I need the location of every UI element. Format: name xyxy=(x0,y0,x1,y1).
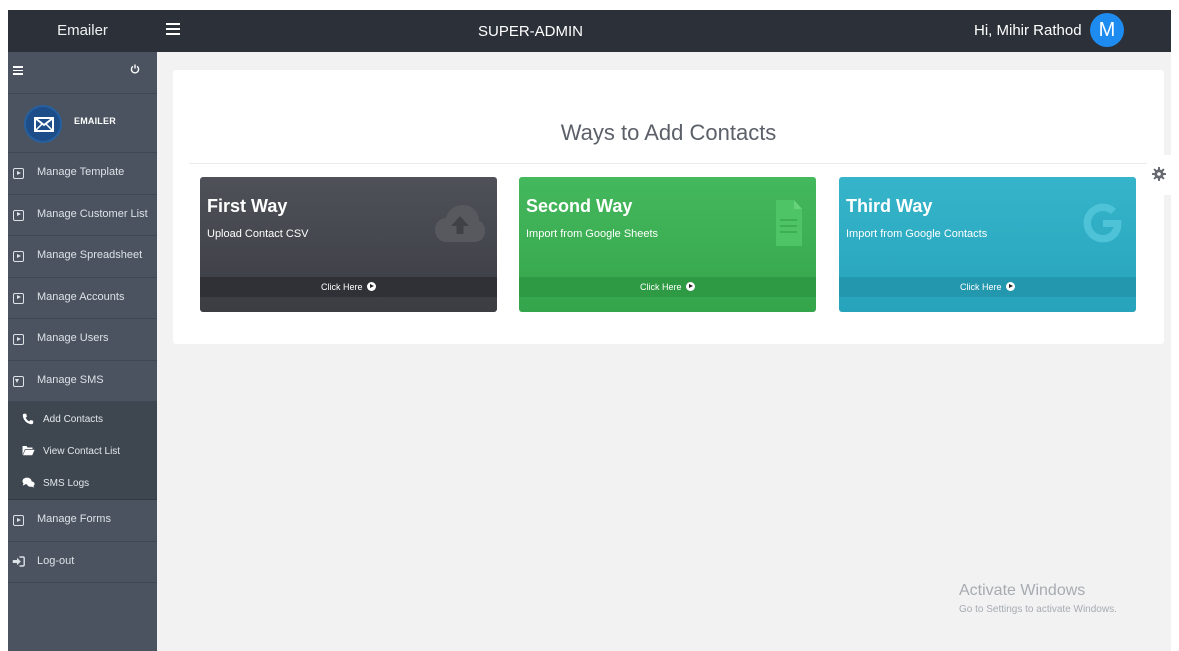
top-bar: Emailer SUPER-ADMIN Hi, Mihir Rathod M xyxy=(8,10,1171,52)
card-title: First Way xyxy=(207,196,288,216)
arrow-circle-right-icon xyxy=(367,282,377,291)
settings-tab[interactable] xyxy=(1147,155,1171,195)
card-subtitle: Import from Google Sheets xyxy=(526,228,659,240)
card-title: Second Way xyxy=(526,196,633,216)
card-footer-link[interactable]: Click Here xyxy=(200,277,497,297)
comments-icon xyxy=(22,477,35,488)
title-divider xyxy=(189,163,1148,164)
square-caret-right-icon xyxy=(13,209,24,221)
watermark-subtitle: Go to Settings to activate Windows. xyxy=(959,604,1117,615)
card-title: Third Way xyxy=(846,196,933,216)
add-contacts-panel: Ways to Add Contacts First Way Upload Co… xyxy=(173,70,1164,344)
file-text-icon xyxy=(776,200,802,246)
sidebar-item-manage-spreadsheet[interactable]: Manage Spreadsheet xyxy=(8,236,157,278)
submenu-item-add-contacts[interactable]: Add Contacts xyxy=(8,404,157,436)
gear-icon xyxy=(1152,167,1166,181)
sidebar-item-logout[interactable]: Log-out xyxy=(8,542,157,583)
sidebar-item-label: Manage Spreadsheet xyxy=(37,249,143,261)
avatar[interactable]: M xyxy=(1090,13,1124,47)
card-subtitle: Import from Google Contacts xyxy=(846,228,988,240)
emailer-logo xyxy=(24,105,62,143)
sidebar-menu-icon[interactable] xyxy=(13,66,23,75)
app-window: Emailer SUPER-ADMIN Hi, Mihir Rathod M E… xyxy=(8,10,1171,651)
sidebar-item-manage-sms[interactable]: Manage SMS xyxy=(8,361,157,402)
sidebar: EMAILER Manage Template Manage Customer … xyxy=(8,52,157,651)
sidebar-item-label: Log-out xyxy=(37,554,75,567)
submenu-item-label: SMS Logs xyxy=(43,478,90,489)
square-caret-right-icon xyxy=(13,334,24,345)
square-caret-right-icon xyxy=(13,251,24,262)
submenu-item-label: View Contact List xyxy=(43,446,121,457)
page-title: Ways to Add Contacts xyxy=(560,120,777,145)
sidebar-brand-text: EMAILER xyxy=(74,116,116,126)
square-caret-right-icon xyxy=(13,292,24,304)
submenu-item-view-contact-list[interactable]: View Contact List xyxy=(8,436,157,468)
envelope-icon xyxy=(34,117,54,132)
power-icon[interactable] xyxy=(130,64,140,74)
submenu-item-label: Add Contacts xyxy=(43,414,104,425)
card-footer-link[interactable]: Click Here xyxy=(839,277,1136,297)
phone-icon xyxy=(22,413,34,425)
card-subtitle: Upload Contact CSV xyxy=(207,228,309,240)
square-caret-right-icon xyxy=(13,168,24,179)
card-footer-label: Click Here xyxy=(959,282,1002,292)
card-footer-label: Click Here xyxy=(639,282,682,292)
first-way-card[interactable]: First Way Upload Contact CSV Click Here xyxy=(200,177,497,312)
app-brand: Emailer xyxy=(57,22,108,39)
arrow-circle-right-icon xyxy=(1006,282,1016,291)
sidebar-item-manage-template[interactable]: Manage Template xyxy=(8,153,157,195)
card-footer-label: Click Here xyxy=(320,282,363,292)
sidebar-item-label: Manage SMS xyxy=(37,373,104,386)
watermark-title: Activate Windows xyxy=(959,582,1086,599)
user-greeting: Hi, Mihir Rathod xyxy=(974,22,1082,39)
sidebar-item-manage-forms[interactable]: Manage Forms xyxy=(8,500,157,542)
sidebar-item-label: Manage Customer List xyxy=(37,207,148,220)
third-way-card[interactable]: Third Way Import from Google Contacts Cl… xyxy=(839,177,1136,312)
sidebar-toolbar xyxy=(8,52,157,94)
sidebar-brand: EMAILER xyxy=(8,94,157,153)
square-caret-down-icon xyxy=(13,375,24,387)
page-role-title: SUPER-ADMIN xyxy=(478,23,584,40)
hamburger-menu-icon[interactable] xyxy=(166,23,180,35)
google-icon xyxy=(1083,203,1122,243)
sms-submenu: Add Contacts View Contact List SMS Logs xyxy=(8,402,157,500)
folder-open-icon xyxy=(22,446,35,456)
submenu-item-sms-logs[interactable]: SMS Logs xyxy=(8,468,157,500)
sidebar-item-label: Manage Users xyxy=(37,332,109,344)
arrow-circle-right-icon xyxy=(686,282,696,291)
sidebar-item-label: Manage Forms xyxy=(37,513,111,525)
activate-windows-watermark: Activate Windows Go to Settings to activ… xyxy=(959,582,1117,615)
card-footer-link[interactable]: Click Here xyxy=(519,277,816,297)
sidebar-item-manage-users[interactable]: Manage Users xyxy=(8,319,157,361)
second-way-card[interactable]: Second Way Import from Google Sheets Cli… xyxy=(519,177,816,312)
sidebar-item-manage-customer-list[interactable]: Manage Customer List xyxy=(8,195,157,236)
sign-in-arrow-icon xyxy=(12,555,25,567)
sidebar-item-label: Manage Template xyxy=(37,166,125,178)
sidebar-item-label: Manage Accounts xyxy=(37,290,125,303)
sidebar-item-manage-accounts[interactable]: Manage Accounts xyxy=(8,278,157,319)
square-caret-right-icon xyxy=(13,515,24,526)
cloud-upload-icon xyxy=(435,205,485,242)
